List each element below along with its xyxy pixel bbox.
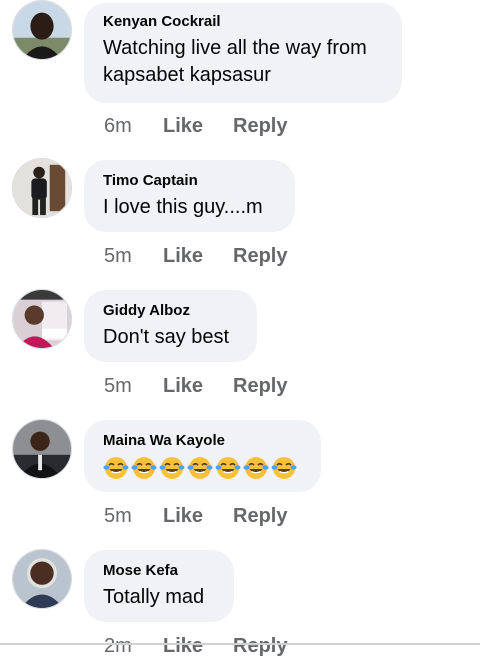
- comment-author[interactable]: Timo Captain: [103, 172, 275, 190]
- like-button[interactable]: Like: [163, 504, 233, 528]
- avatar[interactable]: [12, 158, 72, 218]
- reply-button[interactable]: Reply: [233, 504, 287, 528]
- comment-text: Totally mad: [103, 586, 205, 608]
- face-with-tears-of-joy-icon: [243, 457, 269, 479]
- comment-text: I love this guy....m: [103, 196, 263, 218]
- comment-actions: 5m Like Reply: [104, 374, 287, 398]
- comment-actions: 6m Like Reply: [104, 114, 287, 138]
- profile-photo-icon: [13, 159, 71, 217]
- reply-button[interactable]: Reply: [233, 634, 287, 658]
- comment-bubble[interactable]: Kenyan Cockrail Watching live all the wa…: [84, 3, 402, 103]
- reply-button[interactable]: Reply: [233, 374, 287, 398]
- face-with-tears-of-joy-icon: [103, 457, 129, 479]
- like-button[interactable]: Like: [163, 634, 233, 658]
- comment-author[interactable]: Maina Wa Kayole: [103, 432, 301, 450]
- comment-time[interactable]: 5m: [104, 374, 163, 398]
- reply-button[interactable]: Reply: [233, 244, 287, 268]
- avatar[interactable]: [12, 549, 72, 609]
- comment-time[interactable]: 6m: [104, 114, 163, 138]
- comment-author[interactable]: Giddy Alboz: [103, 302, 237, 320]
- emoji-row: [103, 455, 301, 481]
- comment-author[interactable]: Kenyan Cockrail: [103, 13, 382, 31]
- avatar[interactable]: [12, 289, 72, 349]
- like-button[interactable]: Like: [163, 374, 233, 398]
- face-with-tears-of-joy-icon: [215, 457, 241, 479]
- comment-actions: 2m Like Reply: [104, 634, 287, 658]
- avatar[interactable]: [12, 0, 72, 60]
- avatar[interactable]: [12, 419, 72, 479]
- comment-time[interactable]: 2m: [104, 634, 163, 658]
- comment-bubble[interactable]: Maina Wa Kayole: [84, 420, 321, 492]
- comment-bubble[interactable]: Giddy Alboz Don't say best: [84, 290, 257, 362]
- face-with-tears-of-joy-icon: [271, 457, 297, 479]
- comment-bubble[interactable]: Timo Captain I love this guy....m: [84, 160, 295, 232]
- comment-actions: 5m Like Reply: [104, 244, 287, 268]
- face-with-tears-of-joy-icon: [187, 457, 213, 479]
- like-button[interactable]: Like: [163, 114, 233, 138]
- profile-photo-icon: [13, 290, 71, 348]
- divider: [0, 643, 480, 645]
- face-with-tears-of-joy-icon: [131, 457, 157, 479]
- profile-photo-icon: [13, 1, 71, 59]
- profile-photo-icon: [13, 550, 71, 608]
- comment-time[interactable]: 5m: [104, 244, 163, 268]
- comment-time[interactable]: 5m: [104, 504, 163, 528]
- comment-author[interactable]: Mose Kefa: [103, 562, 214, 580]
- comment-text: Don't say best: [103, 326, 230, 348]
- reply-button[interactable]: Reply: [233, 114, 287, 138]
- face-with-tears-of-joy-icon: [159, 457, 185, 479]
- like-button[interactable]: Like: [163, 244, 233, 268]
- comment-text: Watching live all the way from kapsabet …: [103, 37, 367, 86]
- comment-bubble[interactable]: Mose Kefa Totally mad: [84, 550, 234, 622]
- profile-photo-icon: [13, 420, 71, 478]
- comment-actions: 5m Like Reply: [104, 504, 287, 528]
